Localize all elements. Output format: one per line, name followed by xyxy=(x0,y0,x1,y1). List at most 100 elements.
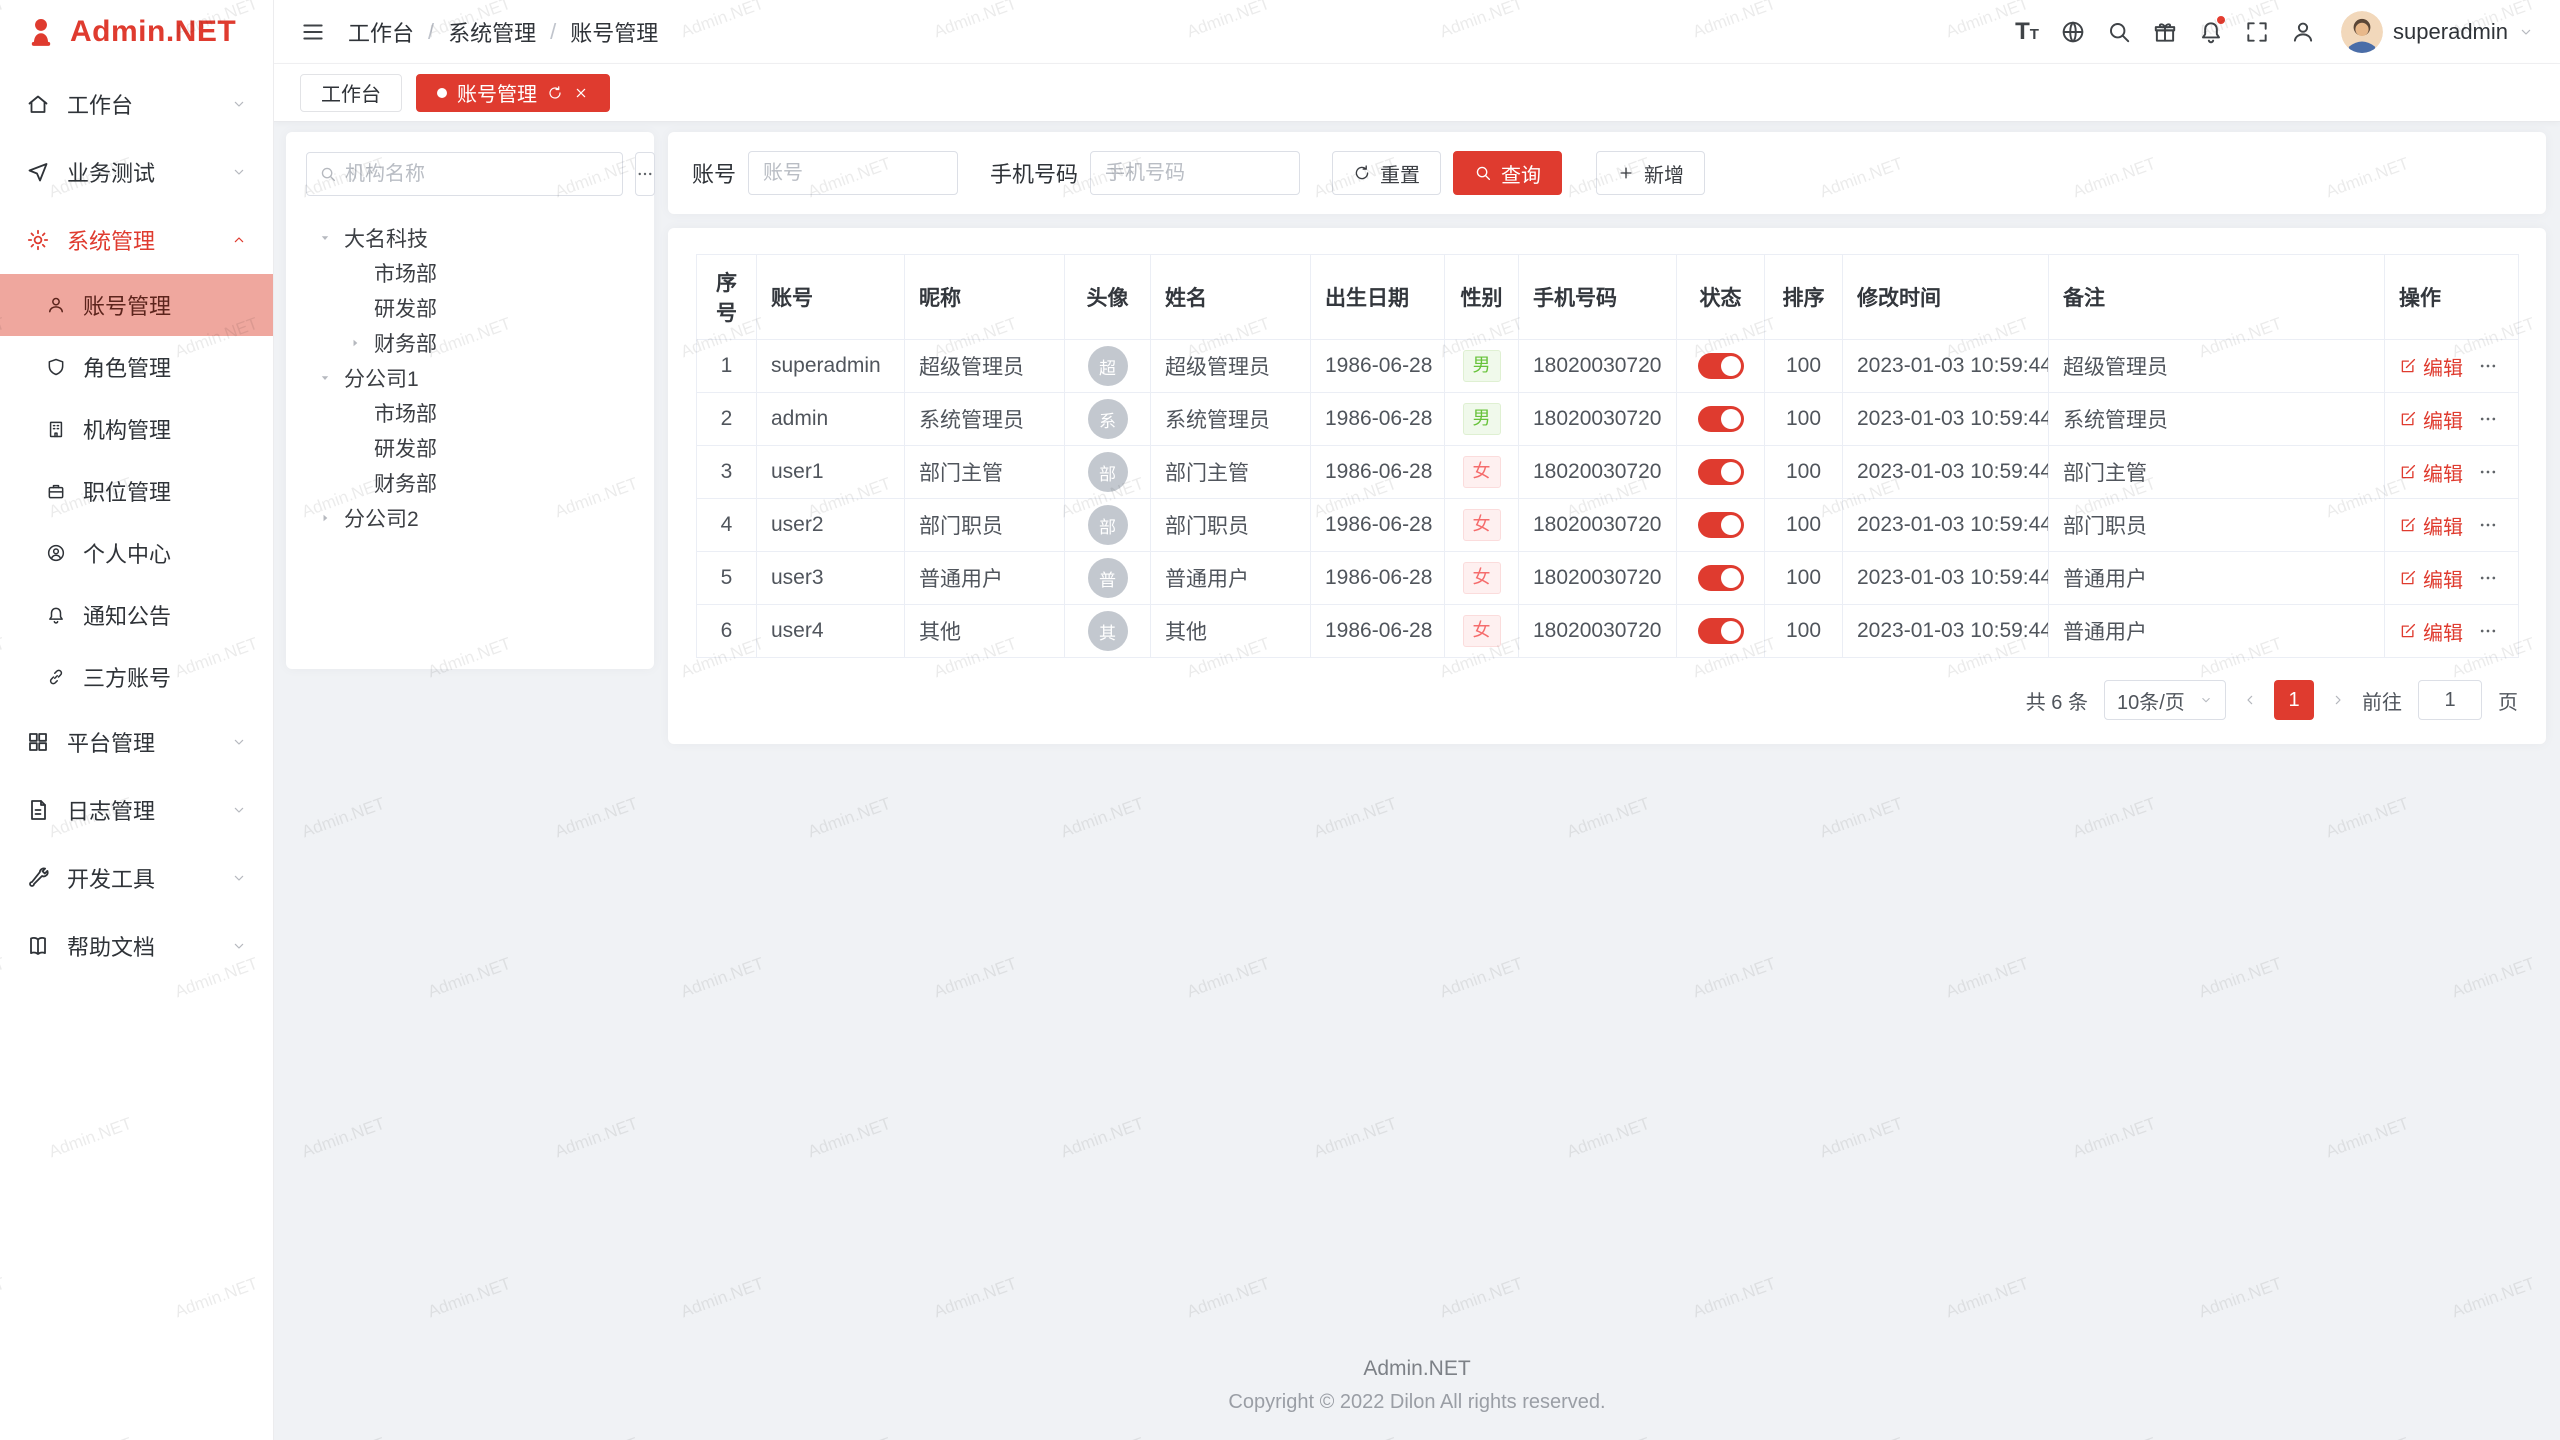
book-icon xyxy=(26,934,50,958)
close-icon[interactable] xyxy=(573,85,589,101)
active-tab-dot xyxy=(437,88,447,98)
search-icon xyxy=(319,165,337,183)
tree-node[interactable]: 分公司1 xyxy=(306,360,634,395)
bell-button[interactable] xyxy=(2193,14,2229,50)
org-search-box[interactable] xyxy=(306,152,623,196)
reset-button[interactable]: 重置 xyxy=(1332,151,1441,195)
chevron-down-icon xyxy=(2518,24,2534,40)
row-more-button[interactable] xyxy=(2478,356,2498,376)
query-button[interactable]: 查询 xyxy=(1453,151,1562,195)
sidebar-subitem-shield[interactable]: 角色管理 xyxy=(0,336,273,398)
org-more-button[interactable] xyxy=(635,152,655,196)
cell-no: 1 xyxy=(697,340,757,393)
page-size-select[interactable]: 10条/页 xyxy=(2104,680,2226,720)
user-button[interactable] xyxy=(2285,14,2321,50)
refresh-icon[interactable] xyxy=(547,85,563,101)
tree-expand-control[interactable] xyxy=(318,231,344,245)
tree-expand-control[interactable] xyxy=(318,371,344,385)
tree-expand-control[interactable] xyxy=(348,336,374,350)
more-h-icon xyxy=(2478,621,2498,641)
fullscreen-button[interactable] xyxy=(2239,14,2275,50)
search-button[interactable] xyxy=(2101,14,2137,50)
sidebar-item-tool[interactable]: 开发工具 xyxy=(0,844,273,912)
sidebar-item-grid[interactable]: 平台管理 xyxy=(0,708,273,776)
prev-page-button[interactable] xyxy=(2242,692,2258,708)
breadcrumb-item[interactable]: 系统管理 xyxy=(448,16,536,48)
status-toggle[interactable] xyxy=(1698,406,1744,432)
shield-icon xyxy=(46,357,66,377)
row-more-button[interactable] xyxy=(2478,621,2498,641)
tab-label: 工作台 xyxy=(321,78,381,107)
sidebar-subitem-user[interactable]: 账号管理 xyxy=(0,274,273,336)
account-input[interactable] xyxy=(748,151,958,195)
tree-node[interactable]: 研发部 xyxy=(306,430,634,465)
hamburger-icon[interactable] xyxy=(300,19,326,45)
caret-right-icon[interactable] xyxy=(348,336,362,350)
edit-button[interactable]: 编辑 xyxy=(2399,511,2463,540)
edit-button[interactable]: 编辑 xyxy=(2399,352,2463,381)
tree-node[interactable]: 市场部 xyxy=(306,395,634,430)
sidebar-subitem-building[interactable]: 机构管理 xyxy=(0,398,273,460)
tree-node[interactable]: 大名科技 xyxy=(306,220,634,255)
submenu-item-label: 机构管理 xyxy=(83,413,171,445)
status-toggle[interactable] xyxy=(1698,459,1744,485)
cell-status xyxy=(1677,393,1765,446)
sidebar-subitem-profile[interactable]: 个人中心 xyxy=(0,522,273,584)
row-more-button[interactable] xyxy=(2478,568,2498,588)
goto-page-input[interactable] xyxy=(2418,680,2482,720)
cell-account: user1 xyxy=(757,446,905,499)
row-more-button[interactable] xyxy=(2478,515,2498,535)
edit-button[interactable]: 编辑 xyxy=(2399,458,2463,487)
app-logo[interactable]: Admin.NET xyxy=(0,0,273,64)
caret-right-icon[interactable] xyxy=(318,511,332,525)
logo-text: Admin.NET xyxy=(70,15,236,49)
sidebar-subitem-bell[interactable]: 通知公告 xyxy=(0,584,273,646)
cell-birth: 1986-06-28 xyxy=(1311,499,1445,552)
sidebar-subitem-link[interactable]: 三方账号 xyxy=(0,646,273,708)
edit-button[interactable]: 编辑 xyxy=(2399,405,2463,434)
page-number-button[interactable]: 1 xyxy=(2274,680,2314,720)
next-page-button[interactable] xyxy=(2330,692,2346,708)
tab-0[interactable]: 工作台 xyxy=(300,74,402,112)
status-toggle[interactable] xyxy=(1698,353,1744,379)
phone-input[interactable] xyxy=(1090,151,1300,195)
tree-node[interactable]: 财务部 xyxy=(306,325,634,360)
tree-expand-control[interactable] xyxy=(318,511,344,525)
gift-button[interactable] xyxy=(2147,14,2183,50)
user-menu[interactable]: superadmin xyxy=(2341,11,2534,53)
building-icon xyxy=(46,419,66,439)
add-button[interactable]: 新增 xyxy=(1596,151,1705,195)
row-actions: 编辑 xyxy=(2399,405,2504,434)
cell-modified: 2023-01-03 10:59:44 xyxy=(1843,340,2049,393)
tree-node[interactable]: 研发部 xyxy=(306,290,634,325)
status-toggle[interactable] xyxy=(1698,565,1744,591)
sidebar-subitem-briefcase[interactable]: 职位管理 xyxy=(0,460,273,522)
tree-node[interactable]: 财务部 xyxy=(306,465,634,500)
caret-down-icon[interactable] xyxy=(318,371,332,385)
edit-button[interactable]: 编辑 xyxy=(2399,564,2463,593)
status-toggle[interactable] xyxy=(1698,618,1744,644)
sidebar-item-book[interactable]: 帮助文档 xyxy=(0,912,273,980)
notification-badge xyxy=(2216,15,2226,25)
column-header-sort: 排序 xyxy=(1765,255,1843,340)
tab-1[interactable]: 账号管理 xyxy=(416,74,610,112)
row-more-button[interactable] xyxy=(2478,462,2498,482)
menu-item-label: 帮助文档 xyxy=(67,930,155,962)
tree-node[interactable]: 分公司2 xyxy=(306,500,634,535)
sidebar-item-doc[interactable]: 日志管理 xyxy=(0,776,273,844)
sidebar-item-gear[interactable]: 系统管理 xyxy=(0,206,273,274)
tree-node[interactable]: 市场部 xyxy=(306,255,634,290)
sidebar-item-send[interactable]: 业务测试 xyxy=(0,138,273,206)
breadcrumb-item[interactable]: 工作台 xyxy=(348,16,414,48)
row-actions: 编辑 xyxy=(2399,511,2504,540)
globe-button[interactable] xyxy=(2055,14,2091,50)
cell-status xyxy=(1677,340,1765,393)
row-more-button[interactable] xyxy=(2478,409,2498,429)
table-row: 2admin系统管理员系系统管理员1986-06-28男180200307201… xyxy=(697,393,2519,446)
org-search-input[interactable] xyxy=(345,163,610,186)
sidebar-item-home[interactable]: 工作台 xyxy=(0,70,273,138)
status-toggle[interactable] xyxy=(1698,512,1744,538)
edit-button[interactable]: 编辑 xyxy=(2399,617,2463,646)
font-size-button[interactable]: TT xyxy=(2009,14,2045,50)
caret-down-icon[interactable] xyxy=(318,231,332,245)
